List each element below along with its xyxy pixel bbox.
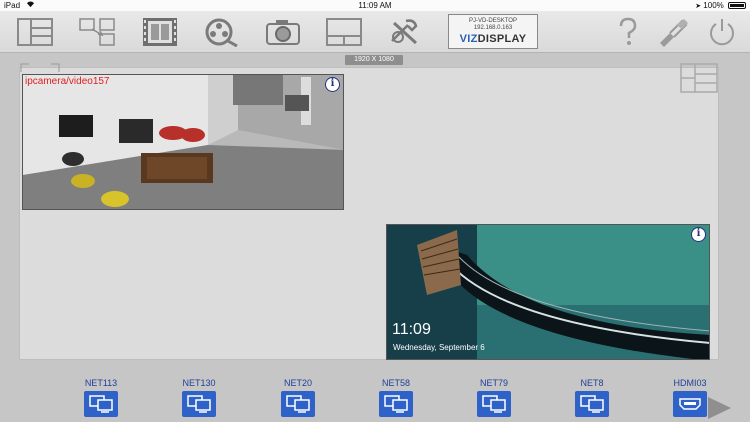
status-time: 11:09 AM bbox=[358, 1, 392, 10]
monitor-icon bbox=[281, 391, 315, 417]
layout-panels-icon[interactable] bbox=[15, 15, 55, 48]
tools-settings-icon[interactable] bbox=[385, 15, 425, 48]
window-title: ipcamera/video157 bbox=[25, 76, 110, 87]
location-icon: ➤ bbox=[695, 3, 702, 10]
source-list: NET113 NET130 NET20 NET58 NET79 NET8 HDM… bbox=[0, 378, 750, 422]
video-window-camera[interactable]: ipcamera/video157 i bbox=[22, 74, 344, 210]
source-net20[interactable]: NET20 bbox=[268, 378, 328, 417]
device-info-box[interactable]: PJ-VD-DESKTOP 192.168.0.163 VIZDISPLAY bbox=[448, 14, 538, 49]
split-screen-icon[interactable] bbox=[324, 15, 364, 48]
desktop-feed-image bbox=[387, 225, 709, 359]
help-icon[interactable] bbox=[613, 15, 643, 48]
info-button[interactable]: i bbox=[691, 227, 706, 242]
lockscreen-time: 11:09 bbox=[392, 321, 431, 338]
camera-feed-image bbox=[23, 75, 343, 209]
battery-percent: 100% bbox=[703, 1, 724, 10]
source-label: NET79 bbox=[479, 378, 508, 388]
source-label: NET20 bbox=[283, 378, 312, 388]
source-net58[interactable]: NET58 bbox=[366, 378, 426, 417]
layout-toggle-icon[interactable] bbox=[680, 63, 718, 98]
video-window-desktop[interactable]: 11:09 Wednesday, September 6 i bbox=[386, 224, 710, 360]
source-net8[interactable]: NET8 bbox=[562, 378, 622, 417]
lockscreen-date: Wednesday, September 6 bbox=[393, 343, 485, 352]
paint-brush-icon[interactable] bbox=[655, 15, 691, 48]
source-label: NET58 bbox=[381, 378, 410, 388]
battery-icon bbox=[728, 2, 746, 9]
monitor-icon bbox=[379, 391, 413, 417]
battery-status: ➤ 100% bbox=[695, 1, 746, 10]
monitor-icon bbox=[477, 391, 511, 417]
reels-search-icon[interactable] bbox=[202, 15, 242, 48]
monitor-icon bbox=[84, 391, 118, 417]
source-label: NET113 bbox=[84, 378, 118, 388]
source-label: NET8 bbox=[580, 378, 604, 388]
status-bar: iPad 11:09 AM ➤ 100% bbox=[0, 0, 750, 11]
main-toolbar: PJ-VD-DESKTOP 192.168.0.163 VIZDISPLAY bbox=[0, 11, 750, 53]
source-net79[interactable]: NET79 bbox=[464, 378, 524, 417]
brand-logo: VIZDISPLAY bbox=[459, 33, 527, 45]
film-strip-icon[interactable] bbox=[140, 15, 180, 48]
next-page-arrow-icon[interactable] bbox=[706, 396, 732, 422]
source-label: HDMI03 bbox=[673, 378, 707, 388]
device-host: PJ-VD-DESKTOP bbox=[469, 18, 517, 24]
camera-icon[interactable] bbox=[263, 15, 303, 48]
monitor-icon bbox=[182, 391, 216, 417]
hdmi-icon bbox=[673, 391, 707, 417]
arrange-windows-icon[interactable] bbox=[77, 15, 117, 48]
source-net130[interactable]: NET130 bbox=[169, 378, 229, 417]
resolution-label: 1920 X 1080 bbox=[345, 55, 403, 65]
monitor-icon bbox=[575, 391, 609, 417]
info-button[interactable]: i bbox=[325, 77, 340, 92]
source-net113[interactable]: NET113 bbox=[71, 378, 131, 417]
device-ip: 192.168.0.163 bbox=[473, 25, 513, 31]
source-label: NET130 bbox=[182, 378, 216, 388]
power-icon[interactable] bbox=[705, 15, 739, 48]
